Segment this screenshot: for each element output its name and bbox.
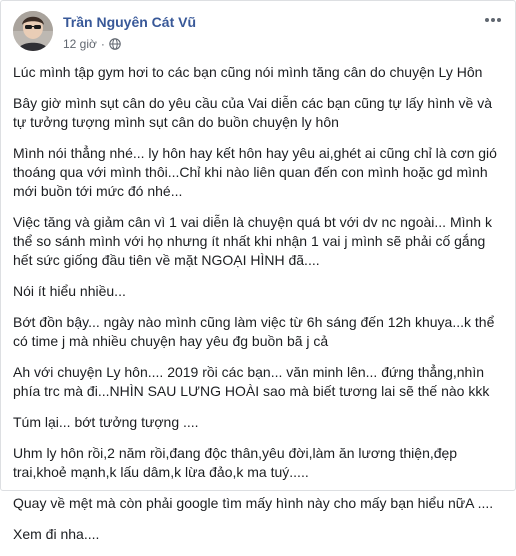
post-paragraph: Mình nói thẳng nhé... ly hôn hay kết hôn… — [13, 145, 497, 199]
facebook-post: Trần Nguyên Cát Vũ 12 giờ · Lúc mình tập… — [0, 0, 516, 542]
post-paragraph: Xem đi nha.... — [13, 526, 100, 542]
post-content: Lúc mình tập gym hơi to các bạn cũng nói… — [13, 63, 503, 556]
post-paragraph: Túm lại... bớt tưởng tượng .... — [13, 414, 199, 430]
author-name[interactable]: Trần Nguyên Cát Vũ — [63, 14, 196, 30]
post-paragraph: Ah với chuyện Ly hôn.... 2019 rồi các bạ… — [13, 364, 490, 399]
post-timestamp[interactable]: 12 giờ — [63, 37, 97, 51]
post-meta: 12 giờ · — [63, 37, 121, 51]
more-options-icon[interactable] — [483, 13, 503, 25]
author-avatar[interactable] — [13, 11, 53, 51]
post-paragraph: Uhm ly hôn rồi,2 năm rồi,đang độc thân,y… — [13, 445, 458, 480]
globe-icon[interactable] — [109, 38, 121, 50]
post-header: Trần Nguyên Cát Vũ 12 giờ · — [13, 11, 505, 55]
post-paragraph: Quay về mệt mà còn phải google tìm mấy h… — [13, 495, 494, 511]
post-paragraph: Bớt đồn bậy... ngày nào mình cũng làm vi… — [13, 314, 495, 349]
post-paragraph: Lúc mình tập gym hơi to các bạn cũng nói… — [13, 64, 483, 80]
post-paragraph: Nói ít hiểu nhiều... — [13, 283, 126, 299]
meta-separator: · — [100, 37, 105, 51]
post-paragraph: Việc tăng và giảm cân vì 1 vai diễn là c… — [13, 214, 492, 268]
post-paragraph: Bây giờ mình sụt cân do yêu cầu của Vai … — [13, 95, 493, 130]
avatar-photo — [13, 11, 53, 51]
